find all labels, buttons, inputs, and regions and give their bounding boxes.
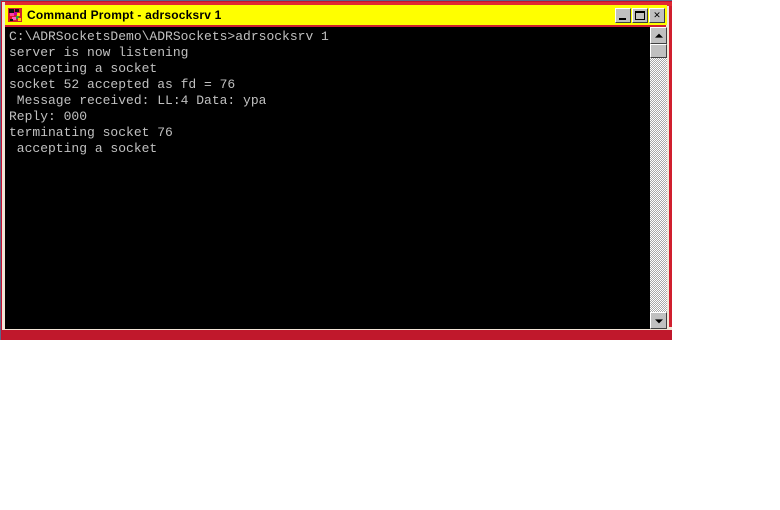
console-line: socket 52 accepted as fd = 76 [9, 77, 236, 92]
console-line: accepting a socket [9, 61, 158, 76]
console-line: Message received: LL:4 Data: ypa [9, 93, 267, 108]
minimize-button[interactable] [615, 7, 631, 23]
maximize-icon [635, 10, 645, 20]
scroll-up-button[interactable] [650, 27, 667, 44]
close-icon: ✕ [653, 9, 661, 20]
window-controls: ✕ [615, 7, 665, 23]
console-line: C:\ADRSocketsDemo\ADRSockets>adrsocksrv … [9, 29, 329, 44]
arrow-down-icon [654, 318, 663, 323]
console-line: Reply: 000 [9, 109, 88, 124]
console-line: accepting a socket [9, 141, 158, 156]
command-prompt-window[interactable]: Command Prompt - adrsocksrv 1 ✕ C:\ADRSo… [0, 0, 672, 340]
console-client-area[interactable]: C:\ADRSocketsDemo\ADRSockets>adrsocksrv … [5, 27, 667, 329]
window-title: Command Prompt - adrsocksrv 1 [27, 8, 222, 22]
close-button[interactable]: ✕ [649, 7, 665, 23]
vertical-scrollbar[interactable] [650, 27, 667, 329]
frame-bottom-edge [2, 330, 672, 340]
console-app-icon[interactable] [7, 7, 23, 23]
minimize-icon [619, 17, 626, 20]
console-line: server is now listening [9, 45, 189, 60]
scroll-down-button[interactable] [650, 312, 667, 329]
title-bar[interactable]: Command Prompt - adrsocksrv 1 ✕ [5, 5, 667, 25]
arrow-up-icon [654, 33, 663, 38]
console-line: terminating socket 76 [9, 125, 173, 140]
scrollbar-track[interactable] [650, 58, 667, 312]
maximize-button[interactable] [632, 7, 648, 23]
scrollbar-thumb[interactable] [650, 44, 667, 58]
console-output[interactable]: C:\ADRSocketsDemo\ADRSockets>adrsocksrv … [5, 27, 650, 329]
